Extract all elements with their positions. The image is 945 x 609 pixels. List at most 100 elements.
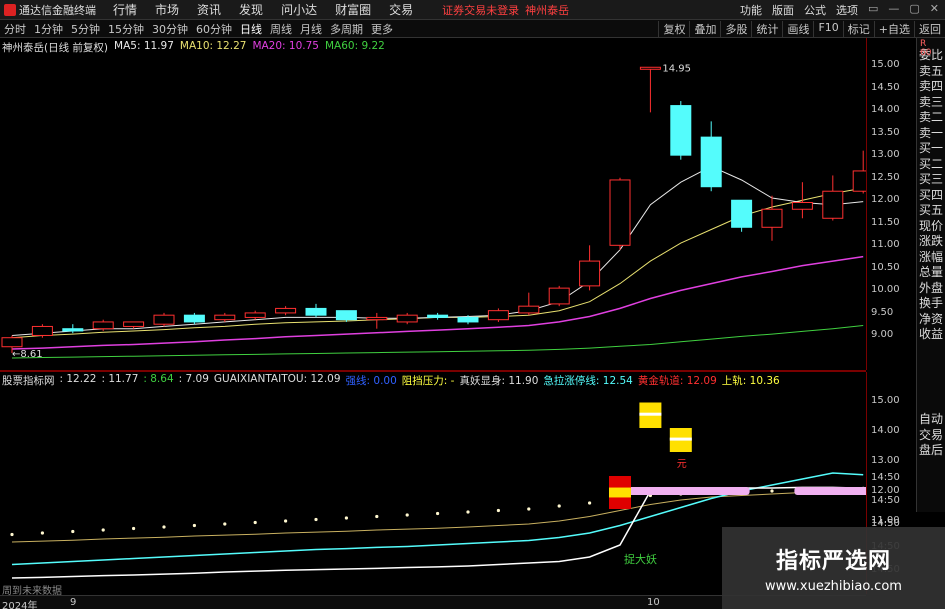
window-restore-icon[interactable]: ▭ [868, 2, 878, 18]
indicator-f3: 真妖显身: 11.90 [459, 375, 539, 387]
quote-field-label[interactable]: 外盘 [917, 281, 945, 297]
tool-stats[interactable]: 统计 [751, 20, 782, 37]
trade-field-label[interactable]: 自动 [917, 412, 945, 428]
indicator-dot [192, 523, 196, 528]
quote-field-label[interactable]: 收益 [917, 327, 945, 343]
period-toolbar: 分时 1分钟 5分钟 15分钟 30分钟 60分钟 日线 周线 月线 多周期 更… [0, 20, 945, 38]
r60-label: R 60 [920, 39, 932, 58]
tool-draw[interactable]: 画线 [782, 20, 813, 37]
indicator-dot [405, 513, 409, 517]
app-logo-icon [4, 3, 16, 16]
quote-field-label[interactable]: 买四 [917, 188, 945, 204]
period-daily[interactable]: 日线 [236, 21, 266, 37]
maximize-icon[interactable]: ▢ [909, 2, 919, 18]
tool-add-watch[interactable]: +自选 [873, 20, 914, 37]
indicator-dot [132, 526, 136, 531]
period-1min[interactable]: 1分钟 [30, 21, 67, 37]
ma60-readout: MA60: 9.22 [324, 40, 385, 52]
candle-body [731, 199, 753, 228]
time-axis-year: 2024年 [2, 601, 38, 609]
price-tick: 11.50 [871, 216, 900, 228]
indicator-v4: : 7.09 [178, 373, 209, 385]
quote-field-label[interactable]: 卖五 [917, 64, 945, 80]
candle-body [1, 337, 23, 348]
price-tick: 9.00 [871, 329, 894, 341]
period-60min[interactable]: 60分钟 [192, 21, 236, 37]
period-timeshare[interactable]: 分时 [0, 21, 30, 37]
low-price-label: ←8.61 [12, 349, 43, 360]
menu-item-wealth[interactable]: 财富圈 [326, 1, 380, 18]
indicator-dot [284, 519, 288, 523]
quote-field-label[interactable]: 换手 [917, 296, 945, 312]
indicator-dot [253, 520, 257, 525]
quote-field-label[interactable]: 买二 [917, 157, 945, 173]
period-15min[interactable]: 15分钟 [104, 21, 148, 37]
login-notice[interactable]: 证券交易未登录 [442, 2, 519, 18]
quote-field-label[interactable]: 卖一 [917, 126, 945, 142]
period-5min[interactable]: 5分钟 [67, 21, 104, 37]
quote-field-label[interactable]: 买五 [917, 203, 945, 219]
quote-field-label[interactable]: 卖三 [917, 95, 945, 111]
pink-signal-bar [612, 487, 750, 495]
quote-field-label[interactable]: 卖二 [917, 110, 945, 126]
candle-body [366, 316, 388, 321]
tool-overlay[interactable]: 叠加 [689, 20, 720, 37]
minimize-icon[interactable]: — [888, 2, 899, 18]
trade-field-label[interactable]: 交易 [917, 428, 945, 444]
price-tick: 13.50 [871, 126, 900, 138]
tool-adjust[interactable]: 复权 [658, 20, 689, 37]
high-price-label: 14.95 [662, 63, 691, 74]
quote-field-label[interactable]: 净资 [917, 312, 945, 328]
close-icon[interactable]: ✕ [930, 2, 939, 18]
tool-multi-stock[interactable]: 多股 [720, 20, 751, 37]
tool-f10[interactable]: F10 [813, 20, 842, 37]
indicator-guai: GUAIXIANTAITOU: 12.09 [213, 373, 341, 385]
main-price-axis: 15.00 14.50 14.00 13.50 13.00 12.50 12.00 11.50… [866, 38, 916, 370]
menu-item-news[interactable]: 资讯 [188, 1, 230, 18]
quote-field-label[interactable]: 买三 [917, 172, 945, 188]
quote-field-label[interactable]: 涨跌 [917, 234, 945, 250]
watermark: 指标严选网 www.xuezhibiao.com [722, 527, 945, 609]
tool-mark[interactable]: 标记 [842, 20, 874, 37]
candle-body [487, 310, 509, 321]
white-band [669, 437, 692, 441]
indicator-f4: 急拉涨停线: 12.54 [543, 375, 633, 387]
candle-body [31, 325, 53, 336]
function-menu[interactable]: 功能 [740, 2, 762, 18]
menubar: 通达信金融终端 行情 市场 资讯 发现 问小达 财富圈 交易 证券交易未登录 神… [0, 0, 945, 20]
quote-field-label[interactable]: 买一 [917, 141, 945, 157]
quote-field-label[interactable]: 卖四 [917, 79, 945, 95]
indicator-dot [10, 532, 14, 537]
period-30min[interactable]: 30分钟 [148, 21, 192, 37]
menu-item-ask[interactable]: 问小达 [272, 1, 326, 18]
chart-tools: 复权 叠加 多股 统计 画线 F10 标记 +自选 返回 [658, 20, 945, 37]
indicator-tick: 14.00 [871, 425, 900, 436]
indicator-dot [496, 508, 500, 513]
indicator-f5: 黄金轨道: 12.09 [637, 375, 717, 387]
candlestick-chart[interactable]: 14.95 ←8.61 [0, 38, 866, 370]
period-more[interactable]: 更多 [367, 21, 397, 37]
candle-body [153, 314, 175, 325]
indicator-dot [344, 516, 348, 520]
indicator-dot [527, 507, 531, 511]
menu-item-quotes[interactable]: 行情 [104, 1, 146, 18]
quote-field-label[interactable]: 总量 [917, 265, 945, 281]
tool-back[interactable]: 返回 [914, 20, 945, 37]
indicator-dot [588, 501, 592, 505]
period-multi[interactable]: 多周期 [326, 21, 367, 37]
layout-menu[interactable]: 版面 [772, 2, 794, 18]
menu-item-trade[interactable]: 交易 [380, 1, 422, 18]
menu-item-market[interactable]: 市场 [146, 1, 188, 18]
options-menu[interactable]: 选项 [836, 2, 858, 18]
menu-item-discover[interactable]: 发现 [230, 1, 272, 18]
indicator-f2: 阻挡压力: - [401, 375, 455, 387]
menubar-right: 功能 版面 公式 选项 ▭ — ▢ ✕ [740, 2, 945, 18]
formula-menu[interactable]: 公式 [804, 2, 826, 18]
candle-body [791, 201, 813, 210]
trade-field-label[interactable]: 盘后 [917, 443, 945, 459]
period-monthly[interactable]: 月线 [296, 21, 326, 37]
quote-field-label[interactable]: 现价 [917, 219, 945, 235]
quote-field-label[interactable]: 涨幅 [917, 250, 945, 266]
period-weekly[interactable]: 周线 [266, 21, 296, 37]
trade-panel: 自动 交易 盘后 [916, 372, 945, 512]
